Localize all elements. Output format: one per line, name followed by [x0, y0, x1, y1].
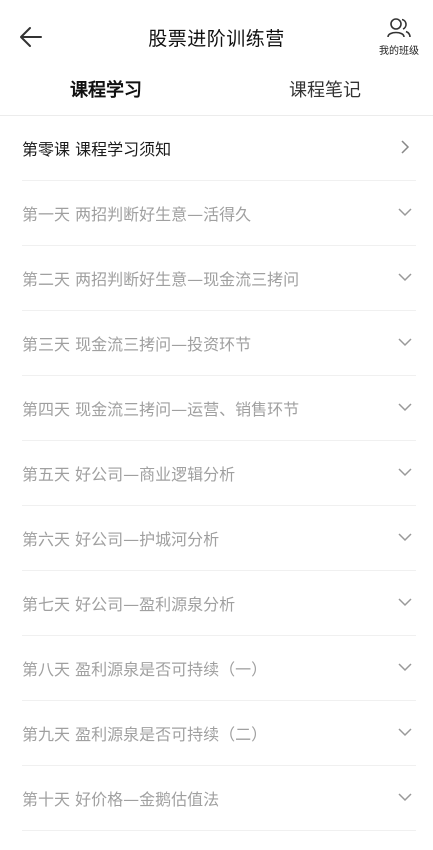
lesson-row[interactable]: 第六天 好公司—护城河分析 — [22, 506, 416, 571]
tab-course-notes[interactable]: 课程笔记 — [289, 76, 361, 102]
chevron-down-icon — [398, 533, 412, 542]
lesson-row[interactable]: 第八天 盈利源泉是否可持续（一） — [22, 636, 416, 701]
chevron-down-icon — [398, 598, 412, 607]
lesson-label: 第四天 现金流三拷问—运营、销售环节 — [22, 400, 300, 419]
chevron-down-icon — [398, 273, 412, 282]
lesson-label: 第一天 两招判断好生意—活得久 — [22, 205, 252, 224]
lesson-label: 第七天 好公司—盈利源泉分析 — [22, 595, 236, 614]
lesson-row[interactable]: 第九天 盈利源泉是否可持续（二） — [22, 701, 416, 766]
lesson-row[interactable]: 第一天 两招判断好生意—活得久 — [22, 181, 416, 246]
lesson-label: 第五天 好公司—商业逻辑分析 — [22, 465, 236, 484]
lesson-row[interactable]: 第五天 好公司—商业逻辑分析 — [22, 441, 416, 506]
my-class-button[interactable]: 我的班级 — [373, 16, 425, 57]
lesson-label: 第六天 好公司—护城河分析 — [22, 530, 220, 549]
my-class-label: 我的班级 — [379, 46, 419, 57]
chevron-right-icon — [401, 140, 410, 154]
lesson-label: 第八天 盈利源泉是否可持续（一） — [22, 660, 268, 679]
chevron-down-icon — [398, 728, 412, 737]
lesson-row[interactable]: 第零课 课程学习须知 — [22, 116, 416, 181]
lesson-row[interactable]: 第二天 两招判断好生意—现金流三拷问 — [22, 246, 416, 311]
lesson-row[interactable]: 第三天 现金流三拷问—投资环节 — [22, 311, 416, 376]
tab-course-study[interactable]: 课程学习 — [70, 76, 142, 102]
lesson-row[interactable]: 第七天 好公司—盈利源泉分析 — [22, 571, 416, 636]
lesson-label: 第三天 现金流三拷问—投资环节 — [22, 335, 252, 354]
lesson-label: 第十天 好价格—金鹅估值法 — [22, 790, 220, 809]
chevron-down-icon — [398, 338, 412, 347]
lesson-label: 第二天 两招判断好生意—现金流三拷问 — [22, 270, 300, 289]
lesson-list: 第零课 课程学习须知 第一天 两招判断好生意—活得久 第二天 两招判断好生意—现… — [0, 116, 433, 831]
lesson-row[interactable]: 第四天 现金流三拷问—运营、销售环节 — [22, 376, 416, 441]
page-title: 股票进阶训练营 — [148, 28, 285, 50]
chevron-down-icon — [398, 793, 412, 802]
chevron-down-icon — [398, 663, 412, 672]
tab-bar: 课程学习 课程笔记 — [0, 70, 433, 116]
lesson-row[interactable]: 第十天 好价格—金鹅估值法 — [22, 766, 416, 831]
chevron-down-icon — [398, 403, 412, 412]
chevron-down-icon — [398, 208, 412, 217]
lesson-label: 第九天 盈利源泉是否可持续（二） — [22, 725, 268, 744]
chevron-down-icon — [398, 468, 412, 477]
people-icon — [387, 18, 411, 38]
app-header: 股票进阶训练营 我的班级 — [0, 0, 433, 70]
lesson-label: 第零课 课程学习须知 — [22, 140, 172, 159]
